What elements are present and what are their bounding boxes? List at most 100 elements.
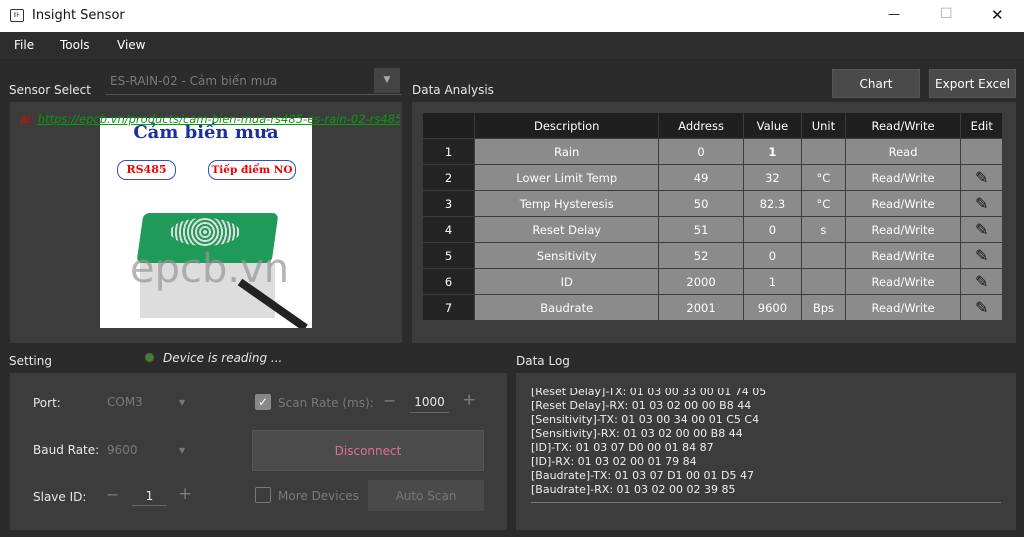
more-devices-checkbox[interactable] bbox=[255, 487, 271, 503]
auto-scan-button[interactable]: Auto Scan bbox=[368, 480, 484, 511]
cell-rw: Read/Write bbox=[845, 191, 961, 216]
cell-desc: Temp Hysteresis bbox=[475, 191, 659, 216]
sensor-info-panel: Cảm biến mưa RS485 Tiếp điểm NO epcb.vn … bbox=[10, 102, 402, 343]
data-log-text[interactable]: [Reset Delay]-TX: 01 03 00 33 00 01 74 0… bbox=[531, 388, 1001, 503]
column-header: Read/Write bbox=[845, 113, 961, 138]
cell-value[interactable]: 32 bbox=[743, 165, 802, 190]
cell-edit: ✎ bbox=[961, 295, 1002, 320]
table-row[interactable]: 6 ID 2000 1 Read/Write ✎ bbox=[423, 269, 1002, 294]
cell-addr: 50 bbox=[659, 191, 743, 216]
table-row[interactable]: 7 Baudrate 2001 9600 Bps Read/Write ✎ bbox=[423, 295, 1002, 320]
cell-unit bbox=[802, 269, 845, 294]
cell-addr: 2000 bbox=[659, 269, 743, 294]
sensor-image: Cảm biến mưa RS485 Tiếp điểm NO epcb.vn bbox=[100, 118, 312, 328]
cell-desc: Rain bbox=[475, 139, 659, 164]
cell-addr: 0 bbox=[659, 139, 743, 164]
pencil-edit-icon[interactable]: ✎ bbox=[975, 220, 988, 239]
log-line: [Baudrate]-TX: 01 03 07 D1 00 01 D5 47 bbox=[531, 469, 754, 482]
cell-value[interactable]: 82.3 bbox=[743, 191, 802, 216]
cell-unit: °C bbox=[802, 191, 845, 216]
cell-unit: °C bbox=[802, 165, 845, 190]
slave-decrement-button[interactable]: − bbox=[106, 485, 119, 504]
menu-tools[interactable]: Tools bbox=[60, 38, 90, 52]
column-header: Unit bbox=[802, 113, 845, 138]
disconnect-button[interactable]: Disconnect bbox=[252, 430, 484, 471]
export-excel-button[interactable]: Export Excel bbox=[929, 69, 1016, 98]
cell-desc: Sensitivity bbox=[475, 243, 659, 268]
table-row[interactable]: 1 Rain 0 1 Read bbox=[423, 139, 1002, 164]
scan-rate-input[interactable]: 1000 bbox=[410, 395, 449, 413]
pencil-edit-icon[interactable]: ✎ bbox=[975, 168, 988, 187]
cell-value[interactable]: 1 bbox=[743, 269, 802, 294]
column-header bbox=[423, 113, 474, 138]
cell-rw: Read bbox=[845, 139, 961, 164]
data-analysis-label: Data Analysis bbox=[412, 83, 494, 97]
sensor-select-label: Sensor Select bbox=[9, 83, 91, 97]
window-title: Insight Sensor bbox=[32, 8, 125, 23]
cell-desc: Baudrate bbox=[475, 295, 659, 320]
pencil-edit-icon[interactable]: ✎ bbox=[975, 194, 988, 213]
title-bar: ⊪ Insight Sensor — ☐ ✕ bbox=[0, 0, 1024, 32]
port-dropdown[interactable]: COM3 ▼ bbox=[107, 395, 197, 409]
sensor-select-dropdown[interactable]: ES-RAIN-02 - Cảm biến mưa ▼ bbox=[106, 68, 402, 95]
pencil-edit-icon[interactable]: ✎ bbox=[975, 298, 988, 317]
cell-edit: ✎ bbox=[961, 165, 1002, 190]
pencil-edit-icon[interactable]: ✎ bbox=[975, 246, 988, 265]
sensor-select-value: ES-RAIN-02 - Cảm biến mưa bbox=[110, 74, 278, 88]
cell-rw: Read/Write bbox=[845, 165, 961, 190]
log-line: [Reset Delay]-RX: 01 03 02 00 00 B8 44 bbox=[531, 399, 752, 412]
menu-file[interactable]: File bbox=[14, 38, 34, 52]
slave-id-input[interactable]: 1 bbox=[132, 489, 167, 506]
cell-rw: Read/Write bbox=[845, 295, 961, 320]
column-header: Description bbox=[475, 113, 659, 138]
scan-rate-increment-button[interactable]: + bbox=[462, 390, 476, 410]
log-line: [ID]-RX: 01 03 02 00 01 79 84 bbox=[531, 455, 697, 468]
table-row[interactable]: 5 Sensitivity 52 0 Read/Write ✎ bbox=[423, 243, 1002, 268]
cell-value[interactable]: 1 bbox=[743, 139, 802, 164]
product-link[interactable]: https://epcb.vn/products/cam-bien-mua-rs… bbox=[38, 112, 400, 126]
cell-n: 7 bbox=[423, 295, 474, 320]
data-log-label: Data Log bbox=[516, 354, 570, 368]
data-table: Description Address Value Unit Read/Write Edi… bbox=[422, 112, 1003, 321]
cell-edit: ✎ bbox=[961, 243, 1002, 268]
cell-n: 2 bbox=[423, 165, 474, 190]
menu-bar: File Tools View bbox=[0, 32, 1024, 60]
data-log-panel: [Reset Delay]-TX: 01 03 00 33 00 01 74 0… bbox=[516, 373, 1016, 530]
column-header: Address bbox=[659, 113, 743, 138]
app-icon: ⊪ bbox=[10, 9, 24, 22]
cell-value[interactable]: 0 bbox=[743, 243, 802, 268]
cell-unit: s bbox=[802, 217, 845, 242]
cell-rw: Read/Write bbox=[845, 243, 961, 268]
cell-rw: Read/Write bbox=[845, 269, 961, 294]
cell-value[interactable]: 9600 bbox=[743, 295, 802, 320]
minimize-button[interactable]: — bbox=[888, 7, 900, 21]
log-line: [Baudrate]-RX: 01 03 02 00 02 39 85 bbox=[531, 483, 736, 496]
table-row[interactable]: 4 Reset Delay 51 0 s Read/Write ✎ bbox=[423, 217, 1002, 242]
log-line: [ID]-TX: 01 03 07 D0 00 01 84 87 bbox=[531, 441, 714, 454]
baud-rate-dropdown[interactable]: 9600 ▼ bbox=[107, 443, 197, 457]
log-line: [Sensitivity]-TX: 01 03 00 34 00 01 C5 C… bbox=[531, 413, 760, 426]
table-row[interactable]: 2 Lower Limit Temp 49 32 °C Read/Write ✎ bbox=[423, 165, 1002, 190]
log-line: [Reset Delay]-TX: 01 03 00 33 00 01 74 0… bbox=[531, 388, 767, 398]
cell-desc: ID bbox=[475, 269, 659, 294]
cell-desc: Lower Limit Temp bbox=[475, 165, 659, 190]
scan-rate-checkbox[interactable]: ✓ bbox=[255, 394, 271, 410]
scan-rate-decrement-button[interactable]: − bbox=[383, 391, 396, 410]
close-button[interactable]: ✕ bbox=[991, 6, 1004, 24]
cell-edit bbox=[961, 139, 1002, 164]
slave-increment-button[interactable]: + bbox=[178, 484, 192, 504]
maximize-button[interactable]: ☐ bbox=[940, 6, 953, 22]
cell-n: 1 bbox=[423, 139, 474, 164]
cell-value[interactable]: 0 bbox=[743, 217, 802, 242]
cell-n: 4 bbox=[423, 217, 474, 242]
chart-button[interactable]: Chart bbox=[832, 69, 920, 98]
table-row[interactable]: 3 Temp Hysteresis 50 82.3 °C Read/Write ✎ bbox=[423, 191, 1002, 216]
pencil-edit-icon[interactable]: ✎ bbox=[975, 272, 988, 291]
setting-panel: Port: COM3 ▼ Baud Rate: 9600 ▼ Slave ID: −… bbox=[10, 373, 507, 530]
chevron-down-icon[interactable]: ▼ bbox=[374, 68, 400, 93]
cell-unit bbox=[802, 243, 845, 268]
menu-view[interactable]: View bbox=[117, 38, 145, 52]
cell-unit: Bps bbox=[802, 295, 845, 320]
cell-addr: 2001 bbox=[659, 295, 743, 320]
cell-desc: Reset Delay bbox=[475, 217, 659, 242]
